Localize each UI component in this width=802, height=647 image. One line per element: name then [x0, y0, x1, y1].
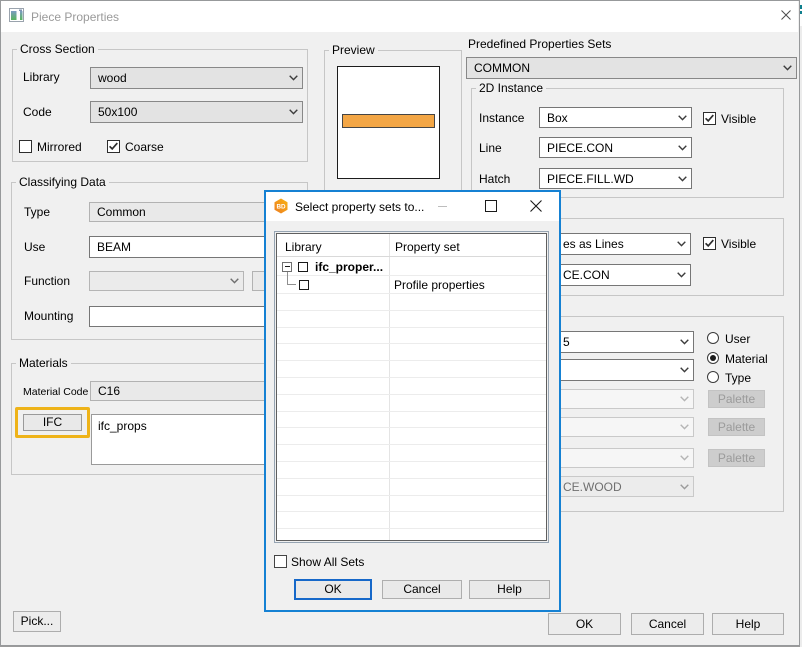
svg-text:BD: BD [276, 204, 286, 211]
